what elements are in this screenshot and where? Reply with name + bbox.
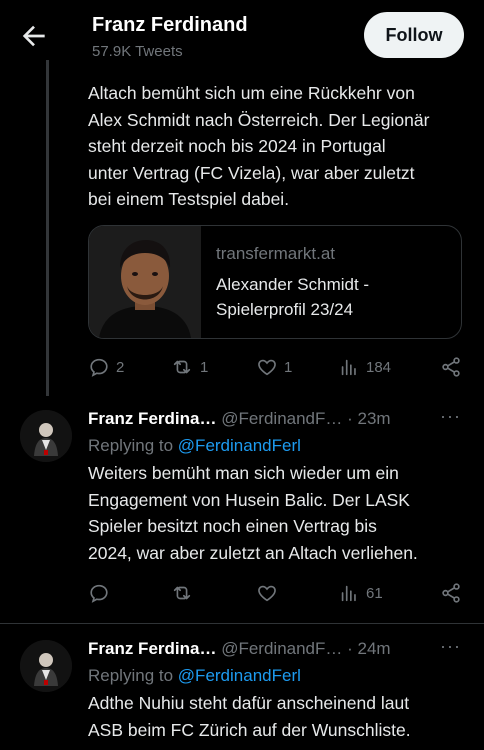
like-button[interactable]: 1 [256,355,292,379]
views-button[interactable]: 184 [338,355,391,379]
replying-prefix: Replying to [88,666,174,685]
tweet-actions: 2 1 1 184 [88,355,464,379]
view-count: 61 [366,584,383,602]
tweet-text-line: 2024, war aber zuletzt an Altach verlieh… [88,542,418,563]
views-icon [341,359,356,376]
reply-icon [90,584,108,603]
card-title-line: Alexander Schmidt - [216,275,370,294]
tweet-text-line: Altach bemüht sich um eine Rückkehr von [88,83,415,103]
avatar[interactable] [20,410,72,462]
replying-prefix: Replying to [88,436,174,455]
timestamp[interactable]: · 24m [347,639,390,658]
tweet-header: Franz Ferdina… @FerdinandF… · 23m [88,409,391,429]
tweet-text-line: bei einem Testspiel dabei. [88,189,290,209]
tweet-text-line: ASB beim FC Zürich auf der Wunschliste. [88,719,411,740]
thread-line [46,60,49,396]
divider [0,623,484,624]
profile-header: Franz Ferdinand 57.9K Tweets Follow [0,0,484,72]
share-icon [442,583,460,603]
card-title-line: Spielerprofil 23/24 [216,300,354,319]
back-arrow-icon[interactable] [18,20,50,52]
retweet-button[interactable]: 1 [170,355,208,379]
tweet-count: 57.9K Tweets [92,43,183,60]
author-name[interactable]: Franz Ferdina… [88,409,216,428]
reply-button[interactable] [88,581,110,605]
author-name[interactable]: Franz Ferdina… [88,639,216,658]
tweet-text-line: Weiters bemüht man sich wieder um ein [88,463,399,483]
like-count: 1 [284,358,293,376]
retweet-icon [173,360,191,374]
share-icon [442,357,460,377]
more-icon[interactable]: ··· [440,636,461,657]
reply-count: 2 [116,358,125,376]
share-button[interactable] [440,355,462,379]
retweet-icon [173,586,191,600]
follow-button[interactable]: Follow [364,12,464,58]
link-card[interactable]: transfermarkt.at Alexander Schmidt - Spi… [88,225,462,339]
tweet-text-line: Adthe Nuhiu steht dafür anscheinend laut [88,693,410,713]
replying-to: Replying to @FerdinandFerl [88,436,301,456]
mention-link[interactable]: @FerdinandFerl [178,436,301,455]
replying-to: Replying to @FerdinandFerl [88,666,301,686]
mention-link[interactable]: @FerdinandFerl [178,666,301,685]
reply-button[interactable]: 2 [88,355,124,379]
views-icon [341,585,356,602]
like-icon [258,585,276,602]
retweet-count: 1 [200,358,209,376]
reply-icon [90,358,108,377]
header-name: Franz Ferdinand [92,14,248,36]
retweet-button[interactable] [170,581,194,605]
tweet-text: Adthe Nuhiu steht dafür anscheinend laut… [88,690,411,743]
share-button[interactable] [440,581,462,605]
tweet-text-line: Spieler besitzt noch einen Vertrag bis [88,516,377,536]
tweet-text: Weiters bemüht man sich wieder um ein En… [88,460,418,566]
tweet-text: Altach bemüht sich um eine Rückkehr von … [88,80,429,213]
timestamp[interactable]: · 23m [347,409,390,428]
author-handle[interactable]: @FerdinandF… [221,409,342,428]
card-domain: transfermarkt.at [216,244,336,263]
tweet-actions: 61 [88,581,464,605]
more-icon[interactable]: ··· [440,406,461,427]
tweet-text-line: steht derzeit noch bis 2024 in Portugal [88,136,386,156]
like-icon [258,359,276,376]
card-title: Alexander Schmidt - Spielerprofil 23/24 [216,272,446,322]
tweet-text-line: Engagement von Husein Balic. Der LASK [88,489,410,510]
like-button[interactable] [256,581,278,605]
tweet-header: Franz Ferdina… @FerdinandF… · 24m [88,639,391,659]
view-count: 184 [366,358,392,376]
avatar[interactable] [20,640,72,692]
author-handle[interactable]: @FerdinandF… [221,639,342,658]
views-button[interactable]: 61 [338,581,383,605]
tweet-text-line: unter Vertrag (FC Vizela), war aber zule… [88,162,415,183]
player-thumbnail [89,226,201,338]
tweet-text-line: Alex Schmidt nach Österreich. Der Legion… [88,109,430,130]
